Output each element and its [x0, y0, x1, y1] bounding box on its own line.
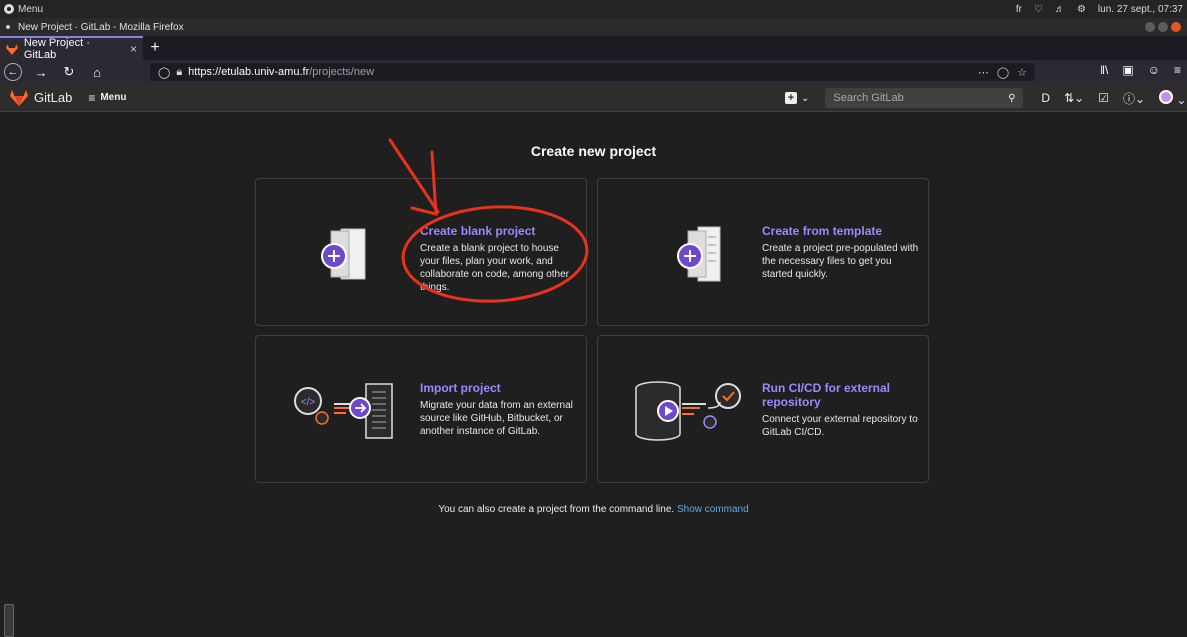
window-title: New Project · GitLab - Mozilla Firefox: [18, 21, 184, 33]
template-project-illustration: [677, 226, 721, 282]
new-dropdown-button[interactable]: + ⌄: [785, 92, 809, 104]
gitlab-tanuki-icon: [10, 89, 28, 106]
tab-bar: New Project · GitLab × +: [0, 36, 1187, 61]
card-title[interactable]: Run CI/CD for external repository: [762, 381, 920, 409]
svg-text:</>: </>: [301, 397, 316, 408]
import-project-card[interactable]: </> Import project Migrate your data fro…: [255, 335, 587, 483]
url-bar[interactable]: ◯ 🔒︎ https://etulab.univ-amu.fr/projects…: [150, 63, 1035, 81]
clock[interactable]: lun. 27 sept., 07:37: [1098, 4, 1183, 15]
card-title[interactable]: Create from template: [762, 224, 920, 238]
window-dot-icon: [6, 25, 10, 29]
volume-icon[interactable]: ♬: [1055, 4, 1065, 15]
cicd-illustration: [635, 381, 741, 441]
pocket-icon[interactable]: ◯: [997, 66, 1009, 79]
maximize-button[interactable]: [1158, 22, 1168, 32]
home-button[interactable]: ⌂: [88, 63, 106, 81]
navigation-bar: ← → ↻ ⌂ ◯ 🔒︎ https://etulab.univ-amu.fr/…: [0, 60, 1187, 84]
show-command-link[interactable]: Show command: [677, 504, 749, 515]
search-input[interactable]: Search GitLab ⚲: [825, 88, 1024, 108]
hamburger-icon: ≡: [88, 90, 96, 105]
close-tab-icon[interactable]: ×: [130, 42, 137, 56]
wifi-icon[interactable]: ♡: [1034, 4, 1043, 15]
bookmark-star-icon[interactable]: ☆: [1017, 66, 1027, 79]
os-menu-label: Menu: [18, 3, 44, 15]
avatar: [1159, 89, 1173, 104]
page-actions-icon[interactable]: ⋯: [978, 66, 989, 79]
os-menu[interactable]: Menu: [0, 4, 43, 15]
app-menu-icon[interactable]: ≡: [1174, 63, 1181, 77]
url-text: https://etulab.univ-amu.fr/projects/new: [188, 66, 375, 78]
close-window-button[interactable]: [1171, 22, 1181, 32]
create-from-template-card[interactable]: Create from template Create a project pr…: [597, 178, 929, 326]
run-cicd-card[interactable]: Run CI/CD for external repository Connec…: [597, 335, 929, 483]
import-project-illustration: </>: [294, 383, 393, 439]
gitlab-logo[interactable]: GitLab: [10, 89, 73, 106]
window-title-bar: New Project · GitLab - Mozilla Firefox: [0, 18, 1187, 36]
help-icon[interactable]: ⓘ⌄: [1123, 90, 1145, 107]
search-icon: ⚲: [1008, 92, 1016, 104]
minimize-button[interactable]: [1145, 22, 1155, 32]
card-description: Create a blank project to house your fil…: [420, 243, 569, 293]
gitlab-brand: GitLab: [34, 90, 73, 105]
settings-icon[interactable]: ⚙: [1077, 4, 1086, 15]
card-description: Create a project pre-populated with the …: [762, 243, 919, 280]
extension-icon[interactable]: ☺: [1148, 63, 1160, 77]
forward-button[interactable]: →: [32, 63, 50, 81]
gitlab-favicon-icon: [6, 43, 18, 55]
scrollbar-handle[interactable]: [4, 604, 14, 637]
user-menu[interactable]: ⌄: [1159, 89, 1186, 107]
command-line-text: You can also create a project from the c…: [438, 504, 675, 515]
issues-icon[interactable]: D: [1041, 91, 1050, 105]
card-description: Connect your external repository to GitL…: [762, 414, 918, 438]
search-placeholder: Search GitLab: [833, 92, 904, 104]
gitlab-menu-label: Menu: [100, 92, 127, 103]
main-content: Create new project Create blank project …: [0, 112, 1187, 637]
card-title[interactable]: Import project: [420, 381, 578, 395]
os-top-bar: Menu fr ♡ ♬ ⚙ lun. 27 sept., 07:37: [0, 0, 1187, 18]
blank-project-illustration: [321, 228, 366, 280]
lock-icon[interactable]: 🔒︎: [176, 66, 182, 79]
back-button[interactable]: ←: [4, 63, 22, 81]
sidebar-icon[interactable]: ▣: [1122, 63, 1133, 77]
gitlab-header: GitLab ≡ Menu + ⌄ Search GitLab ⚲ D ⇅⌄ ☑…: [0, 84, 1187, 112]
card-description: Migrate your data from an external sourc…: [420, 400, 573, 437]
ubuntu-icon: [4, 4, 14, 14]
keyboard-layout[interactable]: fr: [1016, 4, 1022, 15]
merge-requests-icon[interactable]: ⇅⌄: [1064, 91, 1084, 105]
gitlab-menu-button[interactable]: ≡ Menu: [88, 91, 126, 105]
library-icon[interactable]: ‖\: [1100, 63, 1108, 77]
command-line-hint: You can also create a project from the c…: [0, 504, 1187, 515]
create-blank-project-card[interactable]: Create blank project Create a blank proj…: [255, 178, 587, 326]
card-title[interactable]: Create blank project: [420, 224, 578, 238]
tab-new-project[interactable]: New Project · GitLab ×: [0, 36, 143, 61]
window-controls: [1145, 22, 1187, 32]
todos-icon[interactable]: ☑: [1098, 91, 1109, 105]
new-tab-button[interactable]: +: [143, 36, 167, 60]
plus-square-icon: +: [785, 92, 797, 104]
chevron-down-icon: ⌄: [801, 92, 810, 104]
reload-button[interactable]: ↻: [60, 63, 78, 81]
shield-icon[interactable]: ◯: [158, 66, 170, 79]
page-title: Create new project: [530, 143, 657, 159]
tab-title: New Project · GitLab: [23, 37, 90, 61]
